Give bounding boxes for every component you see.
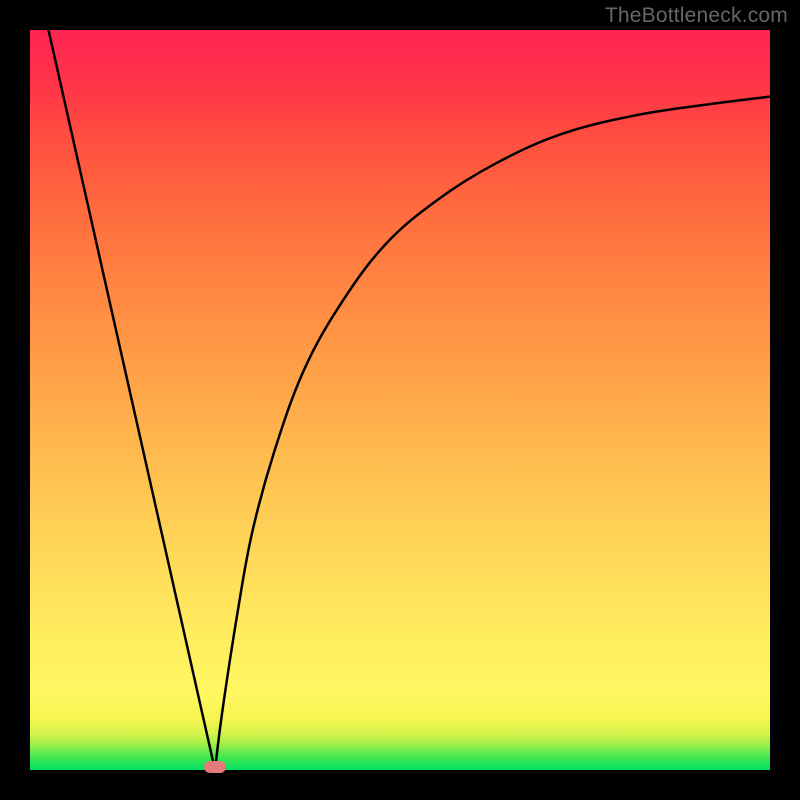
watermark-text: TheBottleneck.com: [605, 4, 788, 28]
optimum-marker: [204, 761, 226, 773]
plot-area: [30, 30, 770, 770]
chart-frame: TheBottleneck.com: [0, 0, 800, 800]
bottleneck-curve: [30, 30, 770, 770]
curve-path: [49, 30, 771, 770]
